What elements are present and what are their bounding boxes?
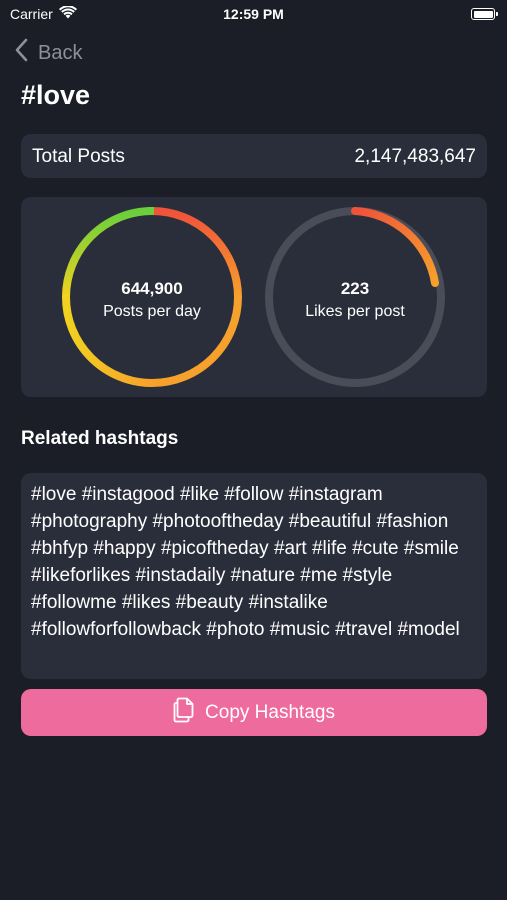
- related-hashtags-text: #love #instagood #like #follow #instagra…: [31, 484, 460, 640]
- back-button[interactable]: Back: [14, 38, 82, 68]
- copy-hashtags-label: Copy Hashtags: [205, 701, 335, 723]
- copy-hashtags-button[interactable]: Copy Hashtags: [21, 689, 487, 736]
- total-posts-label: Total Posts: [32, 146, 125, 167]
- stats-card: 644,900 Posts per day 223 Likes per post: [21, 197, 487, 397]
- chevron-left-icon: [14, 38, 28, 68]
- total-posts-card: Total Posts 2,147,483,647: [21, 134, 487, 178]
- related-hashtags-title: Related hashtags: [21, 428, 179, 449]
- posts-per-day-value: 644,900: [121, 279, 183, 298]
- back-label: Back: [38, 41, 83, 64]
- copy-icon: [173, 697, 195, 728]
- related-hashtags-card: #love #instagood #like #follow #instagra…: [21, 473, 487, 679]
- battery-icon: [471, 8, 498, 20]
- likes-per-post-ring: 223 Likes per post: [265, 207, 445, 387]
- status-time: 12:59 PM: [223, 6, 284, 22]
- likes-per-post-value: 223: [340, 279, 370, 298]
- status-bar: Carrier 12:59 PM: [0, 0, 507, 30]
- total-posts-value: 2,147,483,647: [354, 146, 476, 167]
- page-title: #love: [21, 80, 91, 110]
- likes-per-post-label: Likes per post: [305, 303, 405, 320]
- posts-per-day-label: Posts per day: [103, 303, 201, 320]
- posts-per-day-ring: 644,900 Posts per day: [62, 207, 242, 387]
